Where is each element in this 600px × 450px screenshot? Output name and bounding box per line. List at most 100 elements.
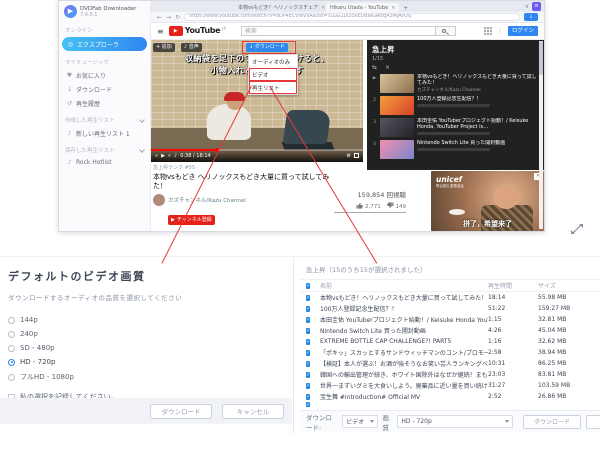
- audio-overlay-button[interactable]: ♪ 音声: [181, 43, 202, 52]
- menu-item-audio-only[interactable]: オーディオのみ: [249, 55, 297, 68]
- tab-video[interactable]: 本物vsもどき？ヘリノックスチェア ×: [234, 3, 326, 12]
- radio-240p[interactable]: 240p: [8, 330, 292, 338]
- sidebar-item-downloads[interactable]: ↓ ダウンロード: [59, 82, 150, 96]
- quality-select[interactable]: HD - 720p: [397, 415, 513, 428]
- radio-144p[interactable]: 144p: [8, 316, 292, 324]
- thumb-down-icon: [387, 202, 394, 209]
- download-badge-icon[interactable]: ↓: [524, 13, 538, 21]
- chevron-down-icon[interactable]: ∨: [525, 3, 529, 10]
- menu-item-video[interactable]: ビデオ: [249, 68, 297, 81]
- table-row[interactable]: ✓世界一まずいグミを大食いしよう。廃棄品に近い量を買い続けた大食い男が…31:2…: [300, 380, 600, 391]
- radio-fullhd-1080p[interactable]: フルHD - 1080p: [8, 372, 292, 382]
- row-checkbox[interactable]: ✓: [306, 350, 310, 356]
- sidebar-item-label: 新しい再生リスト 1: [76, 129, 130, 138]
- select-all-checkbox[interactable]: ✓: [306, 283, 310, 289]
- fullscreen-icon[interactable]: [354, 153, 359, 158]
- table-row[interactable]: ✓本物vsもどき！ヘリノックスもどき大量に買って試してみた！18:1455.98…: [300, 292, 600, 303]
- more-options-icon[interactable]: ⋮: [497, 28, 503, 35]
- sidebar-section-saved-playlists[interactable]: 保存した再生リスト: [59, 140, 150, 156]
- close-icon[interactable]: ×: [321, 5, 325, 11]
- table-header: ✓ 名前 再生時間 サイズ: [300, 279, 600, 292]
- table-row[interactable]: ✓宝生舞 #introduction# Official MV2:5226.86…: [300, 391, 600, 402]
- tab-utada[interactable]: Hikaru Utada - YouTube ×: [326, 3, 399, 12]
- video-thumbnail: [380, 140, 414, 159]
- previous-icon[interactable]: «: [155, 153, 158, 159]
- settings-gear-icon[interactable]: ⚙: [347, 153, 351, 159]
- add-overlay-button[interactable]: + 追加: [153, 43, 175, 52]
- playlist-item[interactable]: 4 Nintendo Switch Lite 買った開封動画: [372, 140, 539, 159]
- row-checkbox[interactable]: ✓: [306, 361, 310, 367]
- table-row[interactable]: ✓「ポキッ」スカッとするサンドウィッチマンのコント/プロモーション2:5838.…: [300, 347, 600, 358]
- search-button[interactable]: [435, 27, 455, 36]
- sidebar-item-history[interactable]: ↺ 再生履歴: [59, 96, 150, 110]
- hamburger-icon[interactable]: ≡: [157, 27, 164, 36]
- cancel-button[interactable]: キャンセル: [222, 404, 284, 419]
- table-row[interactable]: ✓EXTREME BOTTLE CAP CHALLENGE?! PART51:1…: [300, 336, 600, 347]
- scrollbar[interactable]: [539, 41, 543, 229]
- next-icon[interactable]: »: [168, 153, 171, 159]
- row-checkbox[interactable]: ✓: [306, 339, 310, 345]
- search-input[interactable]: [242, 27, 435, 36]
- url-bar[interactable]: https://www.youtube.com/watch?v=oDP4ECVW…: [184, 13, 520, 21]
- video-player[interactable]: 収納袋を足下のフレームに付けると、 小物入れとして使えます + 追加 ♪ 音声 …: [151, 40, 363, 162]
- download-button[interactable]: ダウンロード: [150, 404, 212, 419]
- unicef-ad[interactable]: unicef 联合国儿童基金会 ✕ 拼了，希望来了: [431, 171, 544, 231]
- apps-grid-icon[interactable]: [484, 27, 492, 35]
- row-checkbox[interactable]: ✓: [306, 394, 310, 400]
- channel-name[interactable]: カズチャンネル/Kazu Channel: [168, 196, 246, 204]
- reload-icon[interactable]: ↻: [175, 14, 180, 21]
- resize-handle-icon[interactable]: [570, 222, 584, 236]
- sidebar-item-explorer[interactable]: ◎ エクスプローラ: [62, 37, 147, 51]
- like-button[interactable]: 2,771: [356, 202, 381, 210]
- type-select[interactable]: ビデオ: [342, 415, 377, 428]
- row-checkbox[interactable]: ✓: [306, 317, 310, 323]
- row-checkbox[interactable]: ✓: [306, 402, 310, 407]
- quality-dialog: デフォルトのビデオ画質 ダウンロードするオーディオの品質を選択してください 14…: [0, 258, 292, 426]
- close-icon[interactable]: ×: [385, 64, 390, 71]
- youtube-header: ≡ ▶ YouTube JP ⋮ ログイン: [151, 23, 544, 40]
- column-name[interactable]: 名前: [320, 281, 488, 290]
- download-button[interactable]: ダウンロード: [523, 415, 581, 429]
- play-icon[interactable]: ▶: [161, 153, 165, 159]
- user-menu-icon[interactable]: ≡: [532, 2, 541, 11]
- table-row[interactable]: ✓【検証】本人が選ぶ！お酒が強そうなお笑い芸人ランキングベスト1010:3186…: [300, 358, 600, 369]
- dislike-button[interactable]: 149: [387, 202, 406, 210]
- sidebar-item-new-playlist[interactable]: ♪ 新しい再生リスト 1: [59, 126, 150, 140]
- row-checkbox[interactable]: ✓: [306, 328, 310, 334]
- row-checkbox[interactable]: ✓: [306, 295, 310, 301]
- back-icon[interactable]: ←: [157, 14, 162, 21]
- login-button[interactable]: ログイン: [508, 26, 538, 36]
- playlist-item[interactable]: 2 100万人登録記念生配信？！: [372, 96, 539, 115]
- table-row[interactable]: ✓Nintendo Switch Lite 買った開封動画4:2645.04 M…: [300, 325, 600, 336]
- download-menu: オーディオのみ ビデオ 再生リスト: [248, 54, 298, 95]
- radio-hd-720p[interactable]: HD - 720p: [8, 358, 292, 366]
- playlist-item[interactable]: 3 本田圭佑 YouTuberプロジェクト始動！/ Keisuke Honda,…: [372, 118, 539, 137]
- shuffle-icon[interactable]: ⇆: [372, 64, 377, 71]
- forward-icon[interactable]: →: [166, 14, 171, 21]
- sidebar-item-favorites[interactable]: ♥ お気に入り: [59, 68, 150, 82]
- table-row[interactable]: ✓韓国への輸出管理が続き、ホワイト国除外はなぜか継続！まもなく23:0383.8…: [300, 369, 600, 380]
- cancel-button[interactable]: キャンセル: [586, 415, 600, 429]
- row-checkbox[interactable]: ✓: [306, 306, 310, 312]
- column-size[interactable]: サイズ: [538, 281, 594, 290]
- radio-sd-480p[interactable]: SD - 480p: [8, 344, 292, 352]
- sidebar-item-rock-hotlist[interactable]: ♪ Rock Hotlist: [59, 156, 150, 168]
- column-duration[interactable]: 再生時間: [488, 281, 538, 290]
- channel-avatar[interactable]: [153, 194, 165, 206]
- subscribe-button[interactable]: ▶ チャンネル登録: [168, 215, 215, 225]
- table-row[interactable]: ✓: [300, 402, 600, 407]
- app-logo: ▶ DVDFab Downloader 7.4.6.1: [59, 1, 150, 20]
- progress-bar[interactable]: [151, 149, 363, 151]
- sidebar-section-created-playlists[interactable]: 作成した再生リスト: [59, 110, 150, 126]
- row-checkbox[interactable]: ✓: [306, 372, 310, 378]
- volume-icon[interactable]: ♪: [174, 153, 177, 159]
- row-checkbox[interactable]: ✓: [306, 383, 310, 389]
- youtube-logo[interactable]: ▶ YouTube JP: [169, 26, 226, 36]
- table-row[interactable]: ✓本田圭佑 YouTuberプロジェクト始動！/ Keisuke Honda Y…: [300, 314, 600, 325]
- playlist-item[interactable]: ▶ 本物vsもどき！ヘリノックスもどき大量に買って試してみた！ カズチャンネル/…: [372, 74, 539, 93]
- now-playing-icon: ▶: [372, 74, 377, 93]
- app-version: 7.4.6.1: [80, 12, 136, 18]
- new-tab-button[interactable]: +: [403, 5, 408, 12]
- table-row[interactable]: ✓100万人登録記念生配信？！51:22159.27 MB: [300, 303, 600, 314]
- close-icon[interactable]: ×: [391, 5, 395, 11]
